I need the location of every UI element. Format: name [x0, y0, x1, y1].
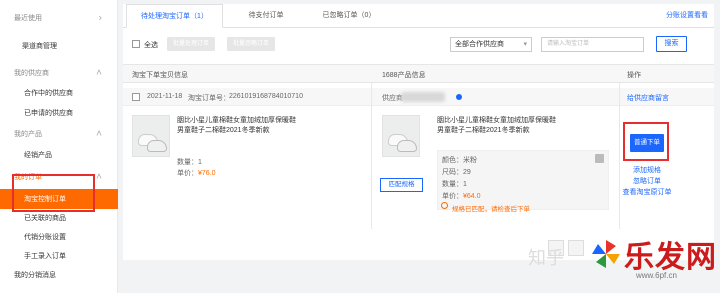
- spec-value: 1: [463, 181, 467, 188]
- sidebar-item-channel[interactable]: 渠道商管理: [0, 36, 118, 56]
- highlight-box: [12, 174, 95, 212]
- blurred-supplier-name: [401, 92, 445, 102]
- taobao-product-title[interactable]: 胭比小星儿童棉鞋女童加绒加厚保暖鞋男童鞋子二棉鞋2021冬季新款: [177, 116, 297, 136]
- taobao-qty: 数量：1: [177, 157, 202, 167]
- match-warning: 规格已匹配，请检查后下单: [452, 206, 530, 213]
- sidebar-item-label: 合作中的供应商: [24, 90, 73, 97]
- toolbar: 全选 批量处理订单 批量忽略订单 全部合作供应商 ▾ 请输入淘宝订单 搜索: [123, 36, 714, 58]
- shoe-image: [147, 140, 167, 152]
- order-checkbox[interactable]: [132, 93, 140, 101]
- match-spec-button[interactable]: 匹配规格: [380, 178, 423, 192]
- sidebar-item-label: 已关联的商品: [24, 215, 66, 222]
- column-divider: [619, 83, 620, 229]
- select-all-label: 全选: [144, 42, 158, 49]
- p1688-product-image: [382, 115, 420, 157]
- order-row-header: 2021-11-18 淘宝订单号： 2261019168784010710 供应…: [123, 88, 714, 106]
- chevron-up-icon: ˄: [96, 171, 102, 183]
- sidebar-item-applied-suppliers[interactable]: 已申请的供应商: [0, 103, 118, 123]
- col-header-actions: 操作: [627, 72, 641, 79]
- supplier-select-value: 全部合作供应商: [455, 41, 504, 48]
- price-label: 单价：: [177, 170, 198, 177]
- chevron-up-icon: ˄: [96, 128, 102, 140]
- batch-ignore-button[interactable]: 批量忽略订单: [227, 37, 276, 51]
- sidebar-item-label: 渠道商管理: [22, 43, 57, 50]
- chevron-up-icon: ˄: [96, 67, 102, 79]
- spec-box: 颜色：米粉 尺码：29 数量：1 单价：¥64.0: [437, 150, 609, 210]
- sidebar-item-coop-suppliers[interactable]: 合作中的供应商: [0, 83, 118, 103]
- order-no-label: 淘宝订单号：: [188, 95, 230, 102]
- tab-pending-taobao[interactable]: 待处理淘宝订单（1）: [126, 4, 223, 28]
- col-header-taobao: 淘宝下单宝贝信息: [132, 72, 188, 79]
- taobao-price: 单价：¥76.0: [177, 168, 216, 178]
- supplier-select[interactable]: 全部合作供应商 ▾: [450, 37, 532, 52]
- sidebar-group-recent[interactable]: 最近使用 ›: [0, 8, 118, 28]
- site-watermark: www.6pf.cn: [636, 271, 677, 280]
- qty-label: 数量：: [177, 159, 198, 166]
- spec-value: 29: [463, 169, 471, 176]
- price-value: ¥76.0: [198, 170, 216, 177]
- shoe-image: [397, 140, 417, 152]
- spec-size: 尺码：29: [442, 167, 471, 177]
- ignore-order-link[interactable]: 忽略订单: [607, 176, 687, 186]
- add-spec-link[interactable]: 添加规格: [607, 165, 687, 175]
- p1688-product-title[interactable]: 胭比小星儿童棉鞋女童加绒加厚保暖鞋男童鞋子二棉鞋2021冬季新款: [437, 116, 557, 136]
- select-all-checkbox[interactable]: [132, 40, 140, 48]
- highlight-box: [623, 122, 669, 161]
- spec-label: 颜色：: [442, 157, 463, 164]
- taobao-order-search-input[interactable]: 请输入淘宝订单: [541, 37, 644, 52]
- table-header: 淘宝下单宝贝信息 1688产品信息 操作: [123, 64, 714, 83]
- chevron-right-icon: ›: [98, 12, 102, 24]
- sidebar-group-messages[interactable]: 我的分销消息: [0, 265, 118, 285]
- batch-process-button[interactable]: 批量处理订单: [167, 37, 216, 51]
- wangwang-icon[interactable]: [456, 94, 462, 100]
- sidebar-group-label: 我的供应商: [14, 70, 49, 77]
- spec-color: 颜色：米粉: [442, 155, 477, 165]
- sidebar-group-label: 我的产品: [14, 131, 42, 138]
- sidebar-group-label: 最近使用: [14, 15, 42, 22]
- warning-icon: [441, 202, 448, 209]
- zhihu-watermark: 知乎: [528, 248, 564, 269]
- sidebar-group-suppliers[interactable]: 我的供应商 ˄: [0, 63, 118, 83]
- spec-qty: 数量：1: [442, 179, 467, 189]
- message-supplier-link[interactable]: 给供应商留言: [627, 93, 669, 103]
- order-no: 2261019168784010710: [229, 93, 303, 100]
- brand-watermark: 乐发网: [624, 240, 717, 275]
- sidebar-group-label: 我的分销消息: [14, 272, 56, 279]
- sidebar-group-products[interactable]: 我的产品 ˄: [0, 124, 118, 144]
- tab-unpaid[interactable]: 待支付订单: [231, 4, 301, 28]
- search-button[interactable]: 搜索: [656, 36, 687, 52]
- spec-price: 单价：¥64.0: [442, 191, 481, 201]
- sidebar-item-label: 已申请的供应商: [24, 110, 73, 117]
- qty-value: 1: [198, 159, 202, 166]
- pinwheel-logo-icon: [592, 240, 620, 268]
- spec-label: 单价：: [442, 193, 463, 200]
- sidebar-item-label: 代销分账设置: [24, 234, 66, 241]
- split-settings-link[interactable]: 分账设置看看: [666, 10, 708, 20]
- order-date: 2021-11-18: [147, 93, 183, 100]
- sidebar-item-label: 手工录入订单: [24, 253, 66, 260]
- chevron-down-icon: ▾: [523, 41, 527, 48]
- sidebar-item-distribution-products[interactable]: 经销产品: [0, 145, 118, 165]
- taobao-product-image: [132, 115, 170, 157]
- sidebar: 最近使用 › 渠道商管理 我的供应商 ˄ 合作中的供应商 已申请的供应商 我的产…: [0, 0, 118, 293]
- spec-label: 尺码：: [442, 169, 463, 176]
- col-header-1688: 1688产品信息: [382, 72, 426, 79]
- order-tabs: 待处理淘宝订单（1） 待支付订单 已忽略订单（0） 分账设置看看: [123, 4, 714, 28]
- sidebar-item-split-settings[interactable]: 代销分账设置: [0, 227, 118, 247]
- spec-value: 米粉: [463, 157, 477, 164]
- pager-page[interactable]: [568, 240, 584, 256]
- edit-icon[interactable]: [595, 154, 604, 163]
- spec-label: 数量：: [442, 181, 463, 188]
- tab-ignored[interactable]: 已忽略订单（0）: [309, 4, 389, 28]
- column-divider: [371, 83, 372, 229]
- sidebar-item-label: 经销产品: [24, 152, 52, 159]
- supplier-label: 供应商: [382, 95, 403, 102]
- spec-value: ¥64.0: [463, 193, 481, 200]
- sidebar-item-manual-orders[interactable]: 手工录入订单: [0, 246, 118, 266]
- view-taobao-order-link[interactable]: 查看淘宝原订单: [607, 187, 687, 197]
